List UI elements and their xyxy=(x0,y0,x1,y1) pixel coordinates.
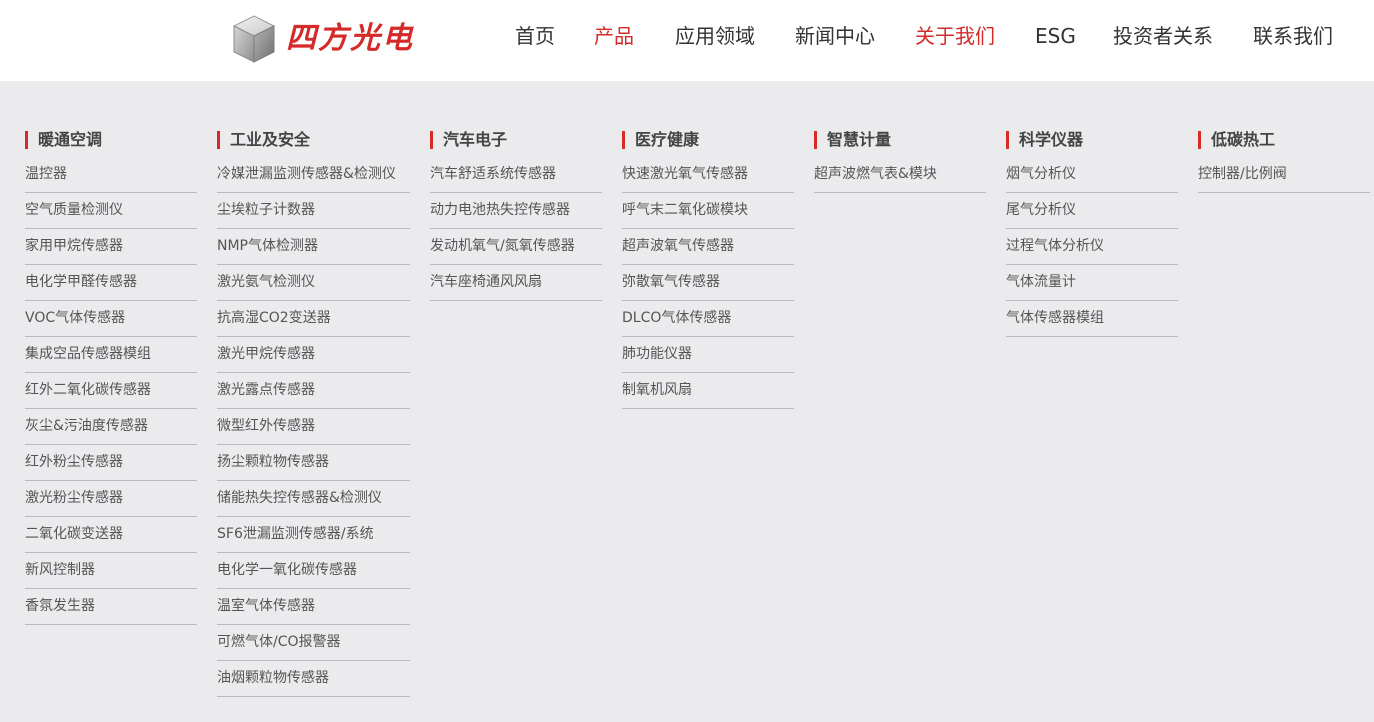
product-link[interactable]: NMP气体检测器 xyxy=(217,229,410,265)
nav-item-products[interactable]: 产品 xyxy=(594,22,634,50)
product-link[interactable]: 抗高湿CO2变送器 xyxy=(217,301,410,337)
product-link[interactable]: 灰尘&污油度传感器 xyxy=(25,409,197,445)
product-link[interactable]: 家用甲烷传感器 xyxy=(25,229,197,265)
product-link[interactable]: 油烟颗粒物传感器 xyxy=(217,661,410,697)
category-title[interactable]: 汽车电子 xyxy=(430,131,602,149)
product-link[interactable]: 空气质量检测仪 xyxy=(25,193,197,229)
category-list: 快速激光氧气传感器 呼气末二氧化碳模块 超声波氧气传感器 弥散氧气传感器 DLCO气体传… xyxy=(622,157,794,409)
product-link[interactable]: SF6泄漏监测传感器/系统 xyxy=(217,517,410,553)
product-link[interactable]: 冷媒泄漏监测传感器&检测仪 xyxy=(217,157,410,193)
product-link[interactable]: 烟气分析仪 xyxy=(1006,157,1178,193)
nav-item-applications[interactable]: 应用领域 xyxy=(675,22,755,50)
product-link[interactable]: 温室气体传感器 xyxy=(217,589,410,625)
category-title[interactable]: 科学仪器 xyxy=(1006,131,1178,149)
product-link[interactable]: 控制器/比例阀 xyxy=(1198,157,1370,193)
nav-item-contact[interactable]: 联系我们 xyxy=(1253,22,1333,50)
category-column-low-carbon-thermal: 低碳热工 控制器/比例阀 xyxy=(1198,131,1370,193)
product-link[interactable]: 呼气末二氧化碳模块 xyxy=(622,193,794,229)
product-link[interactable]: 发动机氧气/氮氧传感器 xyxy=(430,229,602,265)
category-column-medical: 医疗健康 快速激光氧气传感器 呼气末二氧化碳模块 超声波氧气传感器 弥散氧气传感器 DL… xyxy=(622,131,794,409)
product-link[interactable]: DLCO气体传感器 xyxy=(622,301,794,337)
main-nav: 首页 产品 应用领域 新闻中心 关于我们 ESG 投资者关系 联系我们 xyxy=(0,0,1374,72)
nav-item-home[interactable]: 首页 xyxy=(515,22,555,50)
products-mega-menu: 暖通空调 温控器 空气质量检测仪 家用甲烷传感器 电化学甲醛传感器 VOC气体传感器 集成… xyxy=(0,81,1374,722)
product-link[interactable]: 新风控制器 xyxy=(25,553,197,589)
product-link[interactable]: 扬尘颗粒物传感器 xyxy=(217,445,410,481)
product-link[interactable]: 尾气分析仪 xyxy=(1006,193,1178,229)
product-link[interactable]: 激光露点传感器 xyxy=(217,373,410,409)
category-column-hvac: 暖通空调 温控器 空气质量检测仪 家用甲烷传感器 电化学甲醛传感器 VOC气体传感器 集成… xyxy=(25,131,197,625)
category-list: 冷媒泄漏监测传感器&检测仪 尘埃粒子计数器 NMP气体检测器 激光氨气检测仪 抗高湿CO… xyxy=(217,157,410,697)
product-link[interactable]: 红外二氧化碳传感器 xyxy=(25,373,197,409)
product-link[interactable]: 储能热失控传感器&检测仪 xyxy=(217,481,410,517)
nav-item-esg[interactable]: ESG xyxy=(1035,22,1076,50)
product-link[interactable]: 激光氨气检测仪 xyxy=(217,265,410,301)
product-link[interactable]: 红外粉尘传感器 xyxy=(25,445,197,481)
product-link[interactable]: 动力电池热失控传感器 xyxy=(430,193,602,229)
category-title[interactable]: 智慧计量 xyxy=(814,131,986,149)
category-list: 超声波燃气表&模块 xyxy=(814,157,986,193)
product-link[interactable]: 弥散氧气传感器 xyxy=(622,265,794,301)
product-link[interactable]: 电化学一氧化碳传感器 xyxy=(217,553,410,589)
product-link[interactable]: 微型红外传感器 xyxy=(217,409,410,445)
product-link[interactable]: 快速激光氧气传感器 xyxy=(622,157,794,193)
product-link[interactable]: 制氧机风扇 xyxy=(622,373,794,409)
product-link[interactable]: 肺功能仪器 xyxy=(622,337,794,373)
nav-item-investors[interactable]: 投资者关系 xyxy=(1113,22,1213,50)
category-title[interactable]: 工业及安全 xyxy=(217,131,410,149)
product-link[interactable]: 气体流量计 xyxy=(1006,265,1178,301)
category-list: 汽车舒适系统传感器 动力电池热失控传感器 发动机氧气/氮氧传感器 汽车座椅通风风扇 xyxy=(430,157,602,301)
category-title[interactable]: 低碳热工 xyxy=(1198,131,1370,149)
product-link[interactable]: 激光甲烷传感器 xyxy=(217,337,410,373)
product-link[interactable]: 超声波燃气表&模块 xyxy=(814,157,986,193)
category-title[interactable]: 医疗健康 xyxy=(622,131,794,149)
product-link[interactable]: 二氧化碳变送器 xyxy=(25,517,197,553)
product-link[interactable]: 电化学甲醛传感器 xyxy=(25,265,197,301)
nav-item-news[interactable]: 新闻中心 xyxy=(795,22,875,50)
category-column-scientific-instruments: 科学仪器 烟气分析仪 尾气分析仪 过程气体分析仪 气体流量计 气体传感器模组 xyxy=(1006,131,1178,337)
product-link[interactable]: 气体传感器模组 xyxy=(1006,301,1178,337)
product-link[interactable]: VOC气体传感器 xyxy=(25,301,197,337)
category-column-industrial-safety: 工业及安全 冷媒泄漏监测传感器&检测仪 尘埃粒子计数器 NMP气体检测器 激光氨气检测… xyxy=(217,131,410,697)
category-list: 控制器/比例阀 xyxy=(1198,157,1370,193)
category-list: 烟气分析仪 尾气分析仪 过程气体分析仪 气体流量计 气体传感器模组 xyxy=(1006,157,1178,337)
product-link[interactable]: 集成空品传感器模组 xyxy=(25,337,197,373)
product-link[interactable]: 激光粉尘传感器 xyxy=(25,481,197,517)
product-link[interactable]: 可燃气体/CO报警器 xyxy=(217,625,410,661)
product-link[interactable]: 尘埃粒子计数器 xyxy=(217,193,410,229)
product-link[interactable]: 过程气体分析仪 xyxy=(1006,229,1178,265)
category-column-smart-metering: 智慧计量 超声波燃气表&模块 xyxy=(814,131,986,193)
product-link[interactable]: 超声波氧气传感器 xyxy=(622,229,794,265)
site-header: 四方光电 首页 产品 应用领域 新闻中心 关于我们 ESG 投资者关系 联系我们 xyxy=(0,0,1374,81)
category-list: 温控器 空气质量检测仪 家用甲烷传感器 电化学甲醛传感器 VOC气体传感器 集成空品传感器… xyxy=(25,157,197,625)
product-link[interactable]: 汽车舒适系统传感器 xyxy=(430,157,602,193)
category-title[interactable]: 暖通空调 xyxy=(25,131,197,149)
product-link[interactable]: 温控器 xyxy=(25,157,197,193)
category-column-automotive: 汽车电子 汽车舒适系统传感器 动力电池热失控传感器 发动机氧气/氮氧传感器 汽车座椅通… xyxy=(430,131,602,301)
product-link[interactable]: 香氛发生器 xyxy=(25,589,197,625)
product-link[interactable]: 汽车座椅通风风扇 xyxy=(430,265,602,301)
nav-item-about[interactable]: 关于我们 xyxy=(915,22,995,50)
